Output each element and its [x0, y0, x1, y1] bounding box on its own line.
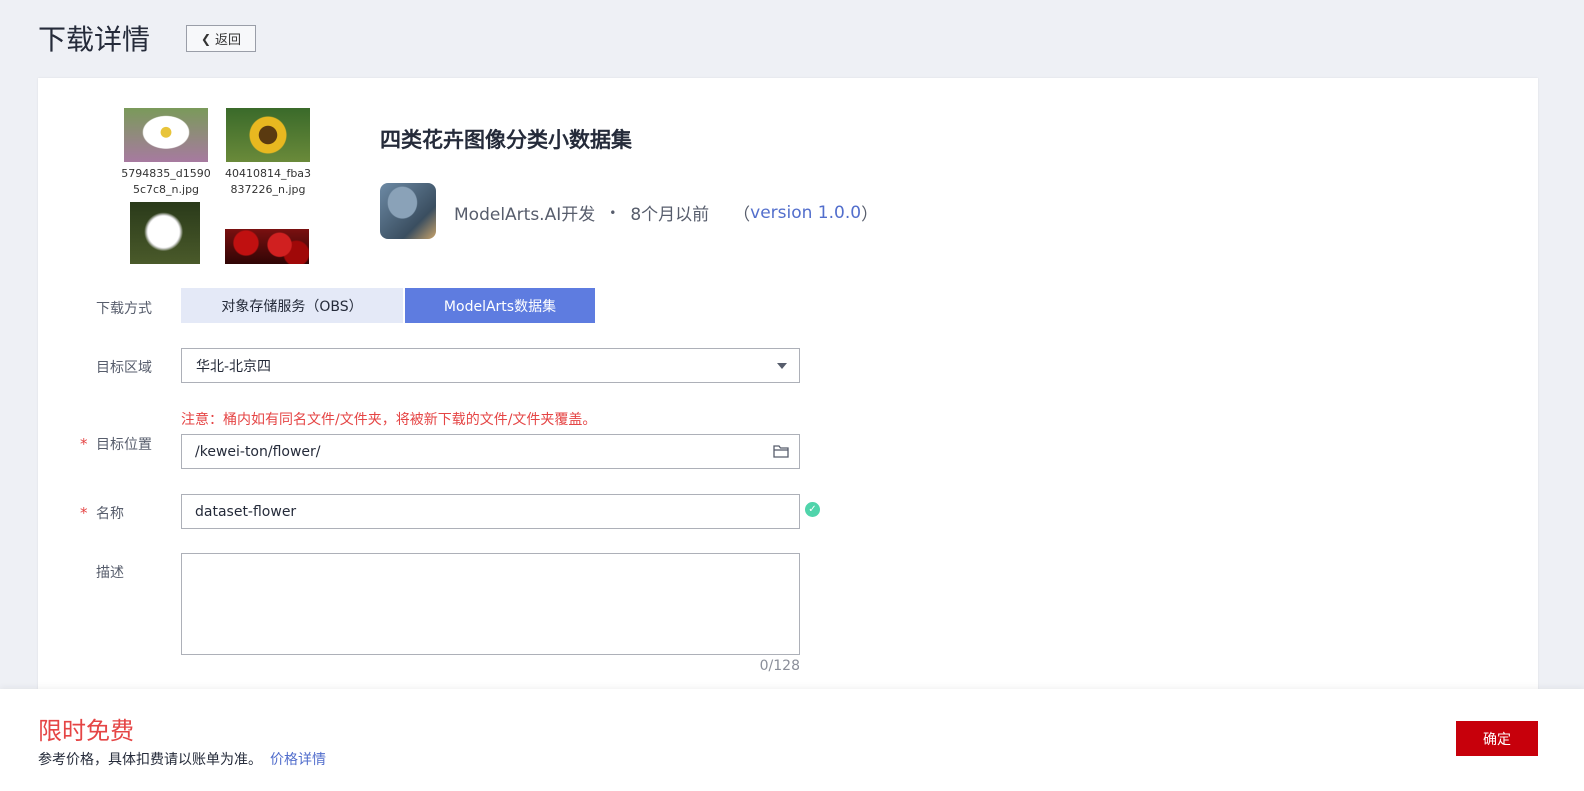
publish-time: 8个月以前: [630, 205, 710, 225]
thumbnail: [130, 202, 200, 264]
location-input[interactable]: /kewei-ton/flower/: [181, 434, 800, 469]
thumbnail-caption: 5794835_d15905c7c8_n.jpg: [121, 167, 211, 196]
back-button[interactable]: ❮ 返回: [186, 25, 256, 52]
confirm-button[interactable]: 确定: [1456, 721, 1538, 756]
download-method-toggle: 对象存储服务（OBS） ModelArts数据集: [181, 288, 595, 323]
region-value: 华北-北京四: [196, 358, 272, 375]
publisher-name[interactable]: ModelArts.AI开发: [454, 200, 595, 225]
sunflower-image: [226, 108, 310, 162]
region-label: 目标区域: [96, 360, 152, 376]
location-label: * 目标位置: [80, 434, 176, 454]
thumbnail-caption: 40410814_fba3837226_n.jpg: [224, 167, 312, 196]
description-label: 描述: [96, 565, 124, 581]
location-label-text: 目标位置: [96, 437, 152, 453]
version-open-paren: （: [733, 205, 751, 225]
required-mark: *: [80, 504, 88, 522]
folder-icon[interactable]: [773, 444, 789, 459]
option-obs[interactable]: 对象存储服务（OBS）: [181, 288, 403, 323]
price-note-text: 参考价格，具体扣费请以账单为准。: [38, 752, 262, 768]
price-details-link[interactable]: 价格详情: [270, 752, 326, 768]
price-note: 参考价格，具体扣费请以账单为准。 价格详情: [38, 749, 326, 769]
required-mark: *: [80, 435, 88, 453]
back-button-label: 返回: [215, 33, 242, 48]
thumbnail: 5794835_d15905c7c8_n.jpg: [121, 108, 212, 198]
name-input[interactable]: dataset-flower: [181, 494, 800, 529]
description-counter: 0/128: [759, 658, 800, 674]
region-select[interactable]: 华北-北京四: [181, 348, 800, 383]
rose-image: [225, 229, 309, 264]
option-modelarts-dataset[interactable]: ModelArts数据集: [405, 288, 595, 323]
overwrite-warning: 注意：桶内如有同名文件/文件夹，将被新下载的文件/文件夹覆盖。: [181, 412, 597, 428]
dataset-title: 四类花卉图像分类小数据集: [380, 128, 632, 152]
download-detail-card: 5794835_d15905c7c8_n.jpg 40410814_fba383…: [38, 78, 1538, 698]
page-title: 下载详情: [38, 23, 151, 56]
description-textarea[interactable]: [181, 553, 800, 655]
daisy-image: [124, 108, 208, 162]
name-value: dataset-flower: [195, 503, 297, 520]
version-close-paren: ）: [861, 205, 879, 225]
location-value: /kewei-ton/flower/: [195, 443, 321, 460]
dataset-meta: ModelArts.AI开发 • 8个月以前 （ version 1.0.0 ）: [454, 200, 879, 226]
publisher-avatar: [380, 183, 436, 239]
thumbnail: 40410814_fba3837226_n.jpg: [225, 108, 314, 198]
thumbnail: [225, 229, 309, 264]
name-label: * 名称: [80, 503, 176, 523]
chevron-left-icon: ❮: [200, 31, 212, 46]
footer-bar: 限时免费 参考价格，具体扣费请以账单为准。 价格详情 确定: [0, 689, 1584, 791]
meta-separator: •: [609, 205, 617, 220]
version-link[interactable]: version 1.0.0: [750, 203, 861, 223]
free-label: 限时免费: [38, 717, 134, 745]
name-label-text: 名称: [96, 506, 124, 522]
dandelion-image: [130, 202, 200, 264]
caret-down-icon: [777, 363, 787, 369]
download-method-label: 下载方式: [96, 301, 152, 317]
check-circle-icon: ✓: [805, 502, 820, 517]
